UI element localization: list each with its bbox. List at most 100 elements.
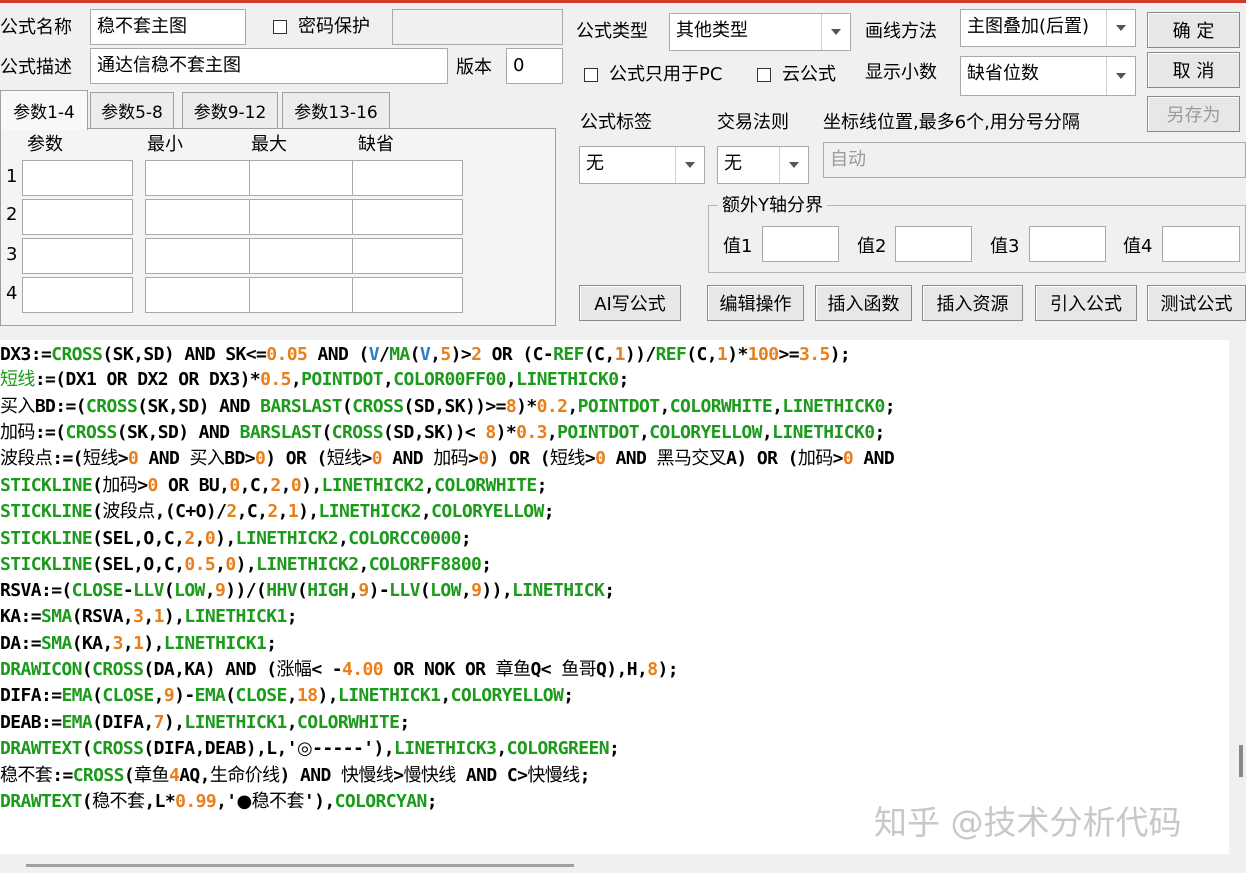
ai-write-formula-button[interactable]: AI写公式 [579,285,681,321]
tab-params-1-4[interactable]: 参数1-4 [0,90,88,130]
tab-params-13-16[interactable]: 参数13-16 [282,92,390,128]
param-min-input[interactable] [145,238,256,274]
edit-operations-button[interactable]: 编辑操作 [707,285,804,321]
value2-input[interactable] [895,226,972,262]
password-checkbox[interactable] [273,20,287,34]
draw-method-label: 画线方法 [865,21,937,42]
code-line[interactable]: DRAWTEXT(CROSS(DIFA,DEAB),L,'◎-----'),LI… [0,736,620,762]
value1-label: 值1 [723,236,753,257]
cancel-button[interactable]: 取 消 [1147,52,1240,88]
param-header-name: 参数 [27,134,63,155]
code-line[interactable]: 稳不套:=CROSS(章鱼4AQ,生命价线) AND 快慢线>慢快线 AND C… [0,763,590,789]
value4-label: 值4 [1123,236,1153,257]
formula-desc-input[interactable]: 通达信稳不套主图 [90,48,448,84]
watermark: 知乎 @技术分析代码 [874,803,1182,842]
code-editor[interactable]: DX3:=CROSS(SK,SD) AND SK<=0.05 AND (V/MA… [0,340,1229,854]
coord-line-label: 坐标线位置,最多6个,用分号分隔 [823,112,1080,133]
value2-label: 值2 [857,236,887,257]
chevron-down-icon[interactable] [779,147,808,183]
chevron-down-icon[interactable] [821,14,850,50]
cloud-formula-label: 云公式 [782,64,836,85]
value1-input[interactable] [762,226,839,262]
password-label: 密码保护 [298,16,370,37]
tab-params-5-8[interactable]: 参数5-8 [90,92,174,128]
param-row-number: 1 [6,166,18,187]
code-line[interactable]: 短线:=(DX1 OR DX2 OR DX3)*0.5,POINTDOT,COL… [0,367,629,393]
code-line[interactable]: 加码:=(CROSS(SK,SD) AND BARSLAST(CROSS(SD,… [0,420,885,446]
param-row-number: 3 [6,244,18,265]
param-min-input[interactable] [145,160,256,196]
param-max-input[interactable] [249,160,360,196]
code-line[interactable]: DRAWICON(CROSS(DA,KA) AND (涨幅< -4.00 OR … [0,657,679,683]
formula-tag-select[interactable]: 无 [579,146,705,184]
param-min-input[interactable] [145,277,256,313]
param-header-min: 最小 [147,134,183,155]
param-name-input[interactable] [22,160,133,196]
param-default-input[interactable] [352,238,463,274]
formula-name-label: 公式名称 [0,17,72,38]
formula-tag-label: 公式标签 [580,112,652,133]
value4-input[interactable] [1162,226,1240,262]
code-line[interactable]: KA:=SMA(RSVA,3,1),LINETHICK1; [0,604,298,630]
decimals-select[interactable]: 缺省位数 [960,56,1136,96]
code-line[interactable]: 波段点:=(短线>0 AND 买入BD>0) OR (短线>0 AND 加码>0… [0,446,895,472]
coord-line-input: 自动 [823,142,1246,178]
insert-function-button[interactable]: 插入函数 [815,285,912,321]
test-formula-button[interactable]: 测试公式 [1147,285,1246,321]
code-line[interactable]: DEAB:=EMA(DIFA,7),LINETHICK1,COLORWHITE; [0,710,410,736]
window-top-border [0,0,1246,3]
param-header-default: 缺省 [358,134,394,155]
param-max-input[interactable] [249,199,360,235]
tab-params-9-12[interactable]: 参数9-12 [182,92,278,128]
formula-name-input[interactable]: 稳不套主图 [90,9,246,45]
code-line[interactable]: RSVA:=(CLOSE-LLV(LOW,9))/(HHV(HIGH,9)-LL… [0,578,615,604]
code-line[interactable]: DRAWTEXT(稳不套,L*0.99,'●稳不套'),COLORCYAN; [0,789,438,815]
version-label: 版本 [456,57,492,78]
param-default-input[interactable] [352,199,463,235]
trade-rule-label: 交易法则 [717,112,789,133]
insert-resource-button[interactable]: 插入资源 [922,285,1023,321]
code-line[interactable]: STICKLINE(SEL,O,C,0.5,0),LINETHICK2,COLO… [0,552,492,578]
param-name-input[interactable] [22,238,133,274]
formula-desc-label: 公式描述 [0,57,72,78]
params-panel: 参数 最小 最大 缺省 1 2 3 4 [0,128,556,326]
param-max-input[interactable] [249,277,360,313]
chevron-down-icon[interactable] [675,147,704,183]
password-input [392,9,563,45]
param-name-input[interactable] [22,199,133,235]
formula-type-select[interactable]: 其他类型 [669,13,851,51]
param-header-max: 最大 [251,134,287,155]
param-default-input[interactable] [352,277,463,313]
param-row-number: 4 [6,283,18,304]
chevron-down-icon[interactable] [1106,10,1135,46]
param-max-input[interactable] [249,238,360,274]
param-row-number: 2 [6,204,18,225]
decimals-label: 显示小数 [865,62,937,83]
pc-only-label: 公式只用于PC [609,64,723,85]
draw-method-select[interactable]: 主图叠加(后置) [960,9,1136,47]
cloud-formula-checkbox[interactable] [757,68,771,82]
code-line[interactable]: STICKLINE(加码>0 OR BU,0,C,2,0),LINETHICK2… [0,473,548,499]
code-line[interactable]: DIFA:=EMA(CLOSE,9)-EMA(CLOSE,18),LINETHI… [0,683,574,709]
code-line[interactable]: 买入BD:=(CROSS(SK,SD) AND BARSLAST(CROSS(S… [0,394,896,420]
code-line[interactable]: DX3:=CROSS(SK,SD) AND SK<=0.05 AND (V/MA… [0,342,851,368]
version-input[interactable]: 0 [506,48,563,84]
param-min-input[interactable] [145,199,256,235]
ok-button[interactable]: 确 定 [1147,12,1240,48]
formula-type-label: 公式类型 [576,21,648,42]
code-line[interactable]: STICKLINE(波段点,(C+O)/2,C,2,1),LINETHICK2,… [0,499,555,525]
horizontal-scrollbar[interactable] [26,864,574,867]
chevron-down-icon[interactable] [1106,57,1135,95]
extra-y-axis-label: 额外Y轴分界 [718,194,827,218]
param-name-input[interactable] [22,277,133,313]
pc-only-checkbox[interactable] [584,68,598,82]
trade-rule-select[interactable]: 无 [717,146,809,184]
editor-scrollbar-thumb[interactable] [1239,745,1243,777]
code-line[interactable]: DA:=SMA(KA,3,1),LINETHICK1; [0,631,277,657]
code-line[interactable]: STICKLINE(SEL,O,C,2,0),LINETHICK2,COLORC… [0,526,472,552]
value3-input[interactable] [1029,226,1106,262]
param-default-input[interactable] [352,160,463,196]
value3-label: 值3 [990,236,1020,257]
import-formula-button[interactable]: 引入公式 [1035,285,1137,321]
save-as-button[interactable]: 另存为 [1147,96,1240,132]
